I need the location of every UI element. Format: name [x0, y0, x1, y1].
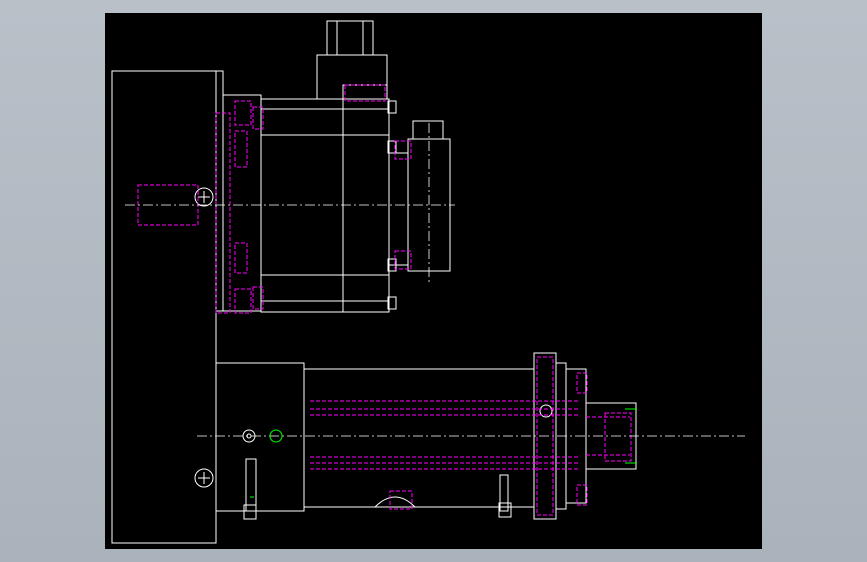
cad-viewport[interactable]	[0, 0, 867, 562]
centerline-layer	[125, 123, 745, 437]
motor-flange-plate	[222, 94, 262, 312]
dimension-layer	[250, 408, 637, 498]
hidden-line-layer	[137, 84, 632, 516]
encoder-housing	[316, 54, 388, 100]
actuator-cylinder-base	[215, 362, 305, 512]
encoder-connector	[326, 20, 374, 56]
assembly-drawing	[111, 20, 745, 544]
base-plate-outline	[111, 70, 217, 544]
motor-body	[260, 98, 390, 313]
mounting-flange	[215, 70, 224, 312]
drawing-canvas[interactable]	[105, 13, 762, 549]
